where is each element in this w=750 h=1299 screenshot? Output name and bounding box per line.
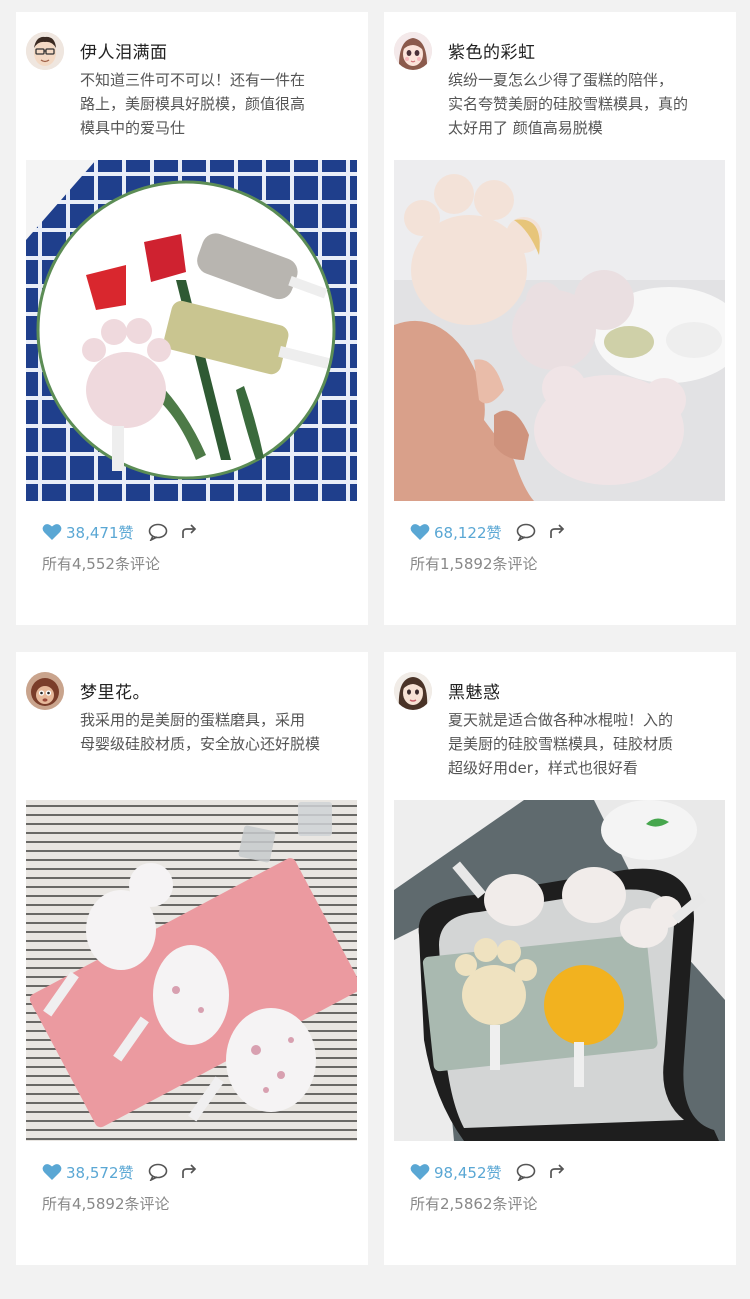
post-text: 不知道三件可不可以！还有一件在 路上，美厨模具好脱模，颜值很高 模具中的爱马仕 [80, 68, 358, 140]
like-count: 38,572赞 [66, 1163, 134, 1182]
heart-icon[interactable] [42, 1163, 62, 1181]
comment-count[interactable]: 所有2,5862条评论 [410, 1193, 538, 1214]
username[interactable]: 黑魅惑 [448, 678, 501, 703]
post-actions: 68,122赞 [410, 520, 566, 544]
post-actions: 98,452赞 [410, 1160, 566, 1184]
share-icon[interactable] [548, 524, 566, 540]
share-icon[interactable] [180, 524, 198, 540]
user-avatar[interactable] [26, 32, 64, 70]
post-actions: 38,471赞 [42, 520, 198, 544]
post-text-line: 实名夸赞美厨的硅胶雪糕模具，真的 [448, 95, 689, 113]
post-text-line: 夏天就是适合做各种冰棍啦！入的 [448, 711, 674, 729]
like-count: 68,122赞 [434, 523, 502, 542]
username[interactable]: 梦里花。 [80, 678, 150, 703]
post-text-line: 超级好用der，样式也很好看 [448, 759, 638, 777]
post-text: 夏天就是适合做各种冰棍啦！入的 是美厨的硅胶雪糕模具，硅胶材质 超级好用der，… [448, 708, 726, 780]
post-text-line: 路上，美厨模具好脱模，颜值很高 [80, 95, 306, 113]
post-card: 梦里花。 我采用的是美厨的蛋糕磨具，采用 母婴级硅胶材质，安全放心还好脱模 38… [16, 652, 368, 1265]
comment-icon[interactable] [148, 523, 168, 541]
post-text-line: 是美厨的硅胶雪糕模具，硅胶材质 [448, 735, 674, 753]
post-photo[interactable] [26, 160, 357, 501]
post-actions: 38,572赞 [42, 1160, 198, 1184]
like-count: 38,471赞 [66, 523, 134, 542]
post-card: 伊人泪满面 不知道三件可不可以！还有一件在 路上，美厨模具好脱模，颜值很高 模具… [16, 12, 368, 625]
share-icon[interactable] [180, 1164, 198, 1180]
post-text-line: 我采用的是美厨的蛋糕磨具，采用 [80, 711, 306, 729]
heart-icon[interactable] [42, 523, 62, 541]
comment-icon[interactable] [148, 1163, 168, 1181]
post-text-line: 太好用了 颜值高易脱模 [448, 119, 603, 137]
heart-icon[interactable] [410, 1163, 430, 1181]
user-avatar[interactable] [26, 672, 64, 710]
user-avatar[interactable] [394, 32, 432, 70]
post-text-line: 模具中的爱马仕 [80, 119, 186, 137]
comment-count[interactable]: 所有1,5892条评论 [410, 553, 538, 574]
comment-count[interactable]: 所有4,5892条评论 [42, 1193, 170, 1214]
post-card: 紫色的彩虹 缤纷一夏怎么少得了蛋糕的陪伴， 实名夸赞美厨的硅胶雪糕模具，真的 太… [384, 12, 736, 625]
username[interactable]: 紫色的彩虹 [448, 38, 536, 63]
post-text: 我采用的是美厨的蛋糕磨具，采用 母婴级硅胶材质，安全放心还好脱模 [80, 708, 358, 756]
post-photo[interactable] [26, 800, 357, 1141]
post-photo[interactable] [394, 160, 725, 501]
user-avatar[interactable] [394, 672, 432, 710]
post-photo[interactable] [394, 800, 725, 1141]
share-icon[interactable] [548, 1164, 566, 1180]
like-count: 98,452赞 [434, 1163, 502, 1182]
comment-icon[interactable] [516, 523, 536, 541]
comment-icon[interactable] [516, 1163, 536, 1181]
post-text-line: 母婴级硅胶材质，安全放心还好脱模 [80, 735, 321, 753]
username[interactable]: 伊人泪满面 [80, 38, 168, 63]
post-text: 缤纷一夏怎么少得了蛋糕的陪伴， 实名夸赞美厨的硅胶雪糕模具，真的 太好用了 颜值… [448, 68, 726, 140]
post-text-line: 缤纷一夏怎么少得了蛋糕的陪伴， [448, 71, 674, 89]
heart-icon[interactable] [410, 523, 430, 541]
post-text-line: 不知道三件可不可以！还有一件在 [80, 71, 306, 89]
post-card: 黑魅惑 夏天就是适合做各种冰棍啦！入的 是美厨的硅胶雪糕模具，硅胶材质 超级好用… [384, 652, 736, 1265]
comment-count[interactable]: 所有4,552条评论 [42, 553, 160, 574]
